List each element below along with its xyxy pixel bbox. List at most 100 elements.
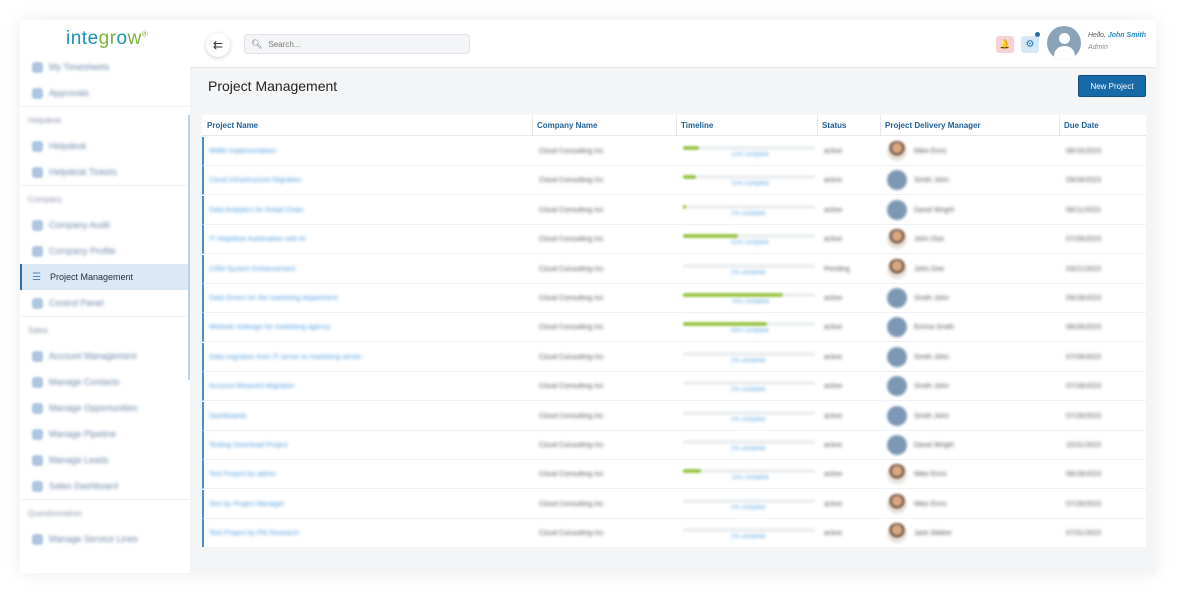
column-header-due-date[interactable]: Due Date	[1064, 121, 1099, 130]
timeline-progress-bar	[683, 351, 815, 356]
due-date: 07/28/2023	[1066, 353, 1102, 361]
sidebar-item-my-timesheets[interactable]: My Timesheets	[20, 54, 190, 80]
search-icon: 🔍︎	[251, 38, 263, 49]
project-name-link[interactable]: Cloud Infrastructure Migration	[209, 177, 301, 184]
logo-mark: ®	[141, 29, 149, 39]
project-name-link[interactable]: Data Driven for the marketing department	[209, 295, 338, 302]
table-row[interactable]: Data Analytics for Retail Chain Cloud Con…	[202, 195, 1146, 225]
sidebar-item-label: Helpdesk Tickets	[49, 167, 118, 177]
sidebar-item-manage-leads[interactable]: Manage Leads	[20, 447, 190, 473]
timeline-label: 2% complete	[731, 210, 766, 217]
project-name-link[interactable]: Dashboards	[209, 413, 247, 420]
sidebar-scrollbar[interactable]	[188, 115, 190, 380]
sidebar-item-label: Manage Service Lines	[49, 534, 139, 544]
timeline-progress-fill	[683, 469, 702, 474]
column-divider	[1059, 115, 1060, 136]
sidebar-item-manage-opportunities[interactable]: Manage Opportunities	[20, 395, 190, 421]
table-row[interactable]: Test Project by PM Research Cloud Consult…	[202, 519, 1146, 547]
table-row[interactable]: Account Weasont Migration Cloud Consultin…	[202, 372, 1146, 402]
manager-avatar	[887, 376, 907, 397]
table-row[interactable]: Cloud Infrastructure Migration Cloud Cons…	[202, 166, 1146, 196]
timeline-progress-fill	[683, 293, 784, 297]
company-name: Cloud Consulting Inc	[539, 148, 604, 155]
table-row[interactable]: Dashboards Cloud Consulting Inc 0% complet…	[202, 401, 1146, 431]
table-row[interactable]: CRM System Enhancement Cloud Consulting I…	[202, 254, 1146, 284]
manager-name: John Doe	[914, 236, 944, 244]
project-name-link[interactable]: Data migration from IT server to marketi…	[209, 354, 362, 361]
sidebar-item-label: Approvals	[49, 88, 90, 98]
project-name-link[interactable]: IT Helpdesk Automation with AI	[209, 236, 306, 243]
manager-name: John Doe	[914, 265, 944, 273]
column-header-project-delivery-manager[interactable]: Project Delivery Manager	[885, 121, 981, 130]
table-row[interactable]: Website redesign for marketing agency Clo…	[202, 313, 1146, 343]
manager-name: Smith John	[914, 412, 950, 420]
project-name-link[interactable]: Data Analytics for Retail Chain	[209, 207, 304, 214]
sidebar-item-helpdesk[interactable]: Helpdesk	[20, 133, 190, 159]
column-header-project-name[interactable]: Project Name	[207, 121, 258, 130]
timeline-label: 0% complete	[731, 534, 766, 541]
due-date: 03/21/2023	[1066, 265, 1102, 273]
new-project-button[interactable]: New Project	[1078, 75, 1146, 97]
manager-avatar	[887, 141, 907, 161]
sidebar-item-sales-dashboard[interactable]: Sales Dashboard	[20, 473, 190, 499]
sidebar-item-label: Manage Leads	[49, 455, 109, 465]
table-row[interactable]: Testing Download Project Cloud Consulting…	[202, 431, 1146, 460]
brand-logo[interactable]: integrow®	[66, 28, 148, 50]
settings-button[interactable]: ⚙	[1021, 36, 1039, 53]
menu-item-icon	[32, 533, 43, 545]
project-name-link[interactable]: CRM System Enhancement	[209, 266, 295, 273]
logo-text-a: inte	[66, 28, 99, 49]
column-header-timeline[interactable]: Timeline	[681, 121, 713, 130]
column-header-status[interactable]: Status	[822, 121, 846, 130]
due-date: 07/28/2023	[1066, 412, 1102, 420]
sidebar-item-company-profile[interactable]: Company Profile	[20, 238, 190, 264]
sidebar-item-account-management[interactable]: Account Management	[20, 343, 190, 369]
table-row[interactable]: Data Driven for the marketing department…	[202, 284, 1146, 313]
sidebar-item-label: Company Profile	[49, 246, 116, 256]
app-frame: integrow® My Timesheets Approvals Helpdesk…	[20, 20, 1156, 573]
company-name: Cloud Consulting Inc	[539, 177, 604, 185]
timeline-label: 0% complete	[731, 269, 766, 276]
project-name-link[interactable]: Website redesign for marketing agency	[209, 324, 330, 331]
table-row[interactable]: Test Project by admin Cloud Consulting In…	[202, 460, 1146, 490]
sidebar-item-label: Sales Dashboard	[49, 481, 119, 491]
manager-name: Smith John	[914, 295, 950, 302]
manager-avatar	[887, 435, 907, 455]
column-divider	[532, 115, 533, 136]
table-row[interactable]: IT Helpdesk Automation with AI Cloud Cons…	[202, 225, 1146, 255]
project-name-link[interactable]: Test Project by admin	[209, 471, 276, 478]
company-name: Cloud Consulting Inc	[539, 383, 604, 391]
manager-avatar	[887, 317, 907, 338]
manager-name: Mike Enns	[914, 500, 947, 508]
table-header: Project Name Company Name Timeline Status Pr…	[202, 115, 1146, 136]
project-name-link[interactable]: Testing Download Project	[209, 442, 288, 449]
sidebar-item-manage-service-lines[interactable]: Manage Service Lines	[20, 526, 190, 552]
sidebar-item-company-audit[interactable]: Company Audit	[20, 212, 190, 238]
table-row[interactable]: MMM Implementation Cloud Consulting Inc 12…	[202, 137, 1146, 166]
user-name[interactable]: John Smith	[1108, 32, 1146, 39]
sidebar-item-label: My Timesheets	[49, 62, 110, 72]
search-input[interactable]	[268, 39, 459, 49]
table-row[interactable]: Test by Project Manager Cloud Consulting …	[202, 489, 1146, 519]
sidebar-item-control-panel[interactable]: Control Panel	[20, 290, 190, 316]
collapse-icon: ⇇	[212, 38, 224, 52]
project-name-link[interactable]: Account Weasont Migration	[209, 383, 294, 390]
table-row[interactable]: Data migration from IT server to marketi…	[202, 342, 1146, 372]
company-name: Cloud Consulting Inc	[539, 236, 604, 244]
sidebar-item-manage-contacts[interactable]: Manage Contacts	[20, 369, 190, 395]
sidebar-toggle-button[interactable]: ⇇	[206, 33, 230, 57]
timeline-label: 12% complete	[731, 152, 770, 158]
sidebar-item-project-management[interactable]: ☰ Project Management	[20, 264, 190, 290]
notification-button[interactable]: 🔔	[996, 36, 1014, 53]
timeline-progress-bar	[683, 469, 815, 474]
search-box[interactable]: 🔍︎	[244, 34, 470, 54]
project-name-link[interactable]: Test Project by PM Research	[209, 530, 299, 537]
sidebar-item-approvals[interactable]: Approvals	[20, 80, 190, 106]
column-header-company-name[interactable]: Company Name	[537, 121, 597, 130]
project-name-link[interactable]: Test by Project Manager	[209, 501, 284, 508]
sidebar-item-helpdesk-tickets[interactable]: Helpdesk Tickets	[20, 159, 190, 185]
sidebar-item-manage-pipeline[interactable]: Manage Pipeline	[20, 421, 190, 447]
project-name-link[interactable]: MMM Implementation	[209, 148, 276, 155]
status-text: active	[824, 206, 843, 214]
user-avatar[interactable]	[1047, 26, 1081, 60]
